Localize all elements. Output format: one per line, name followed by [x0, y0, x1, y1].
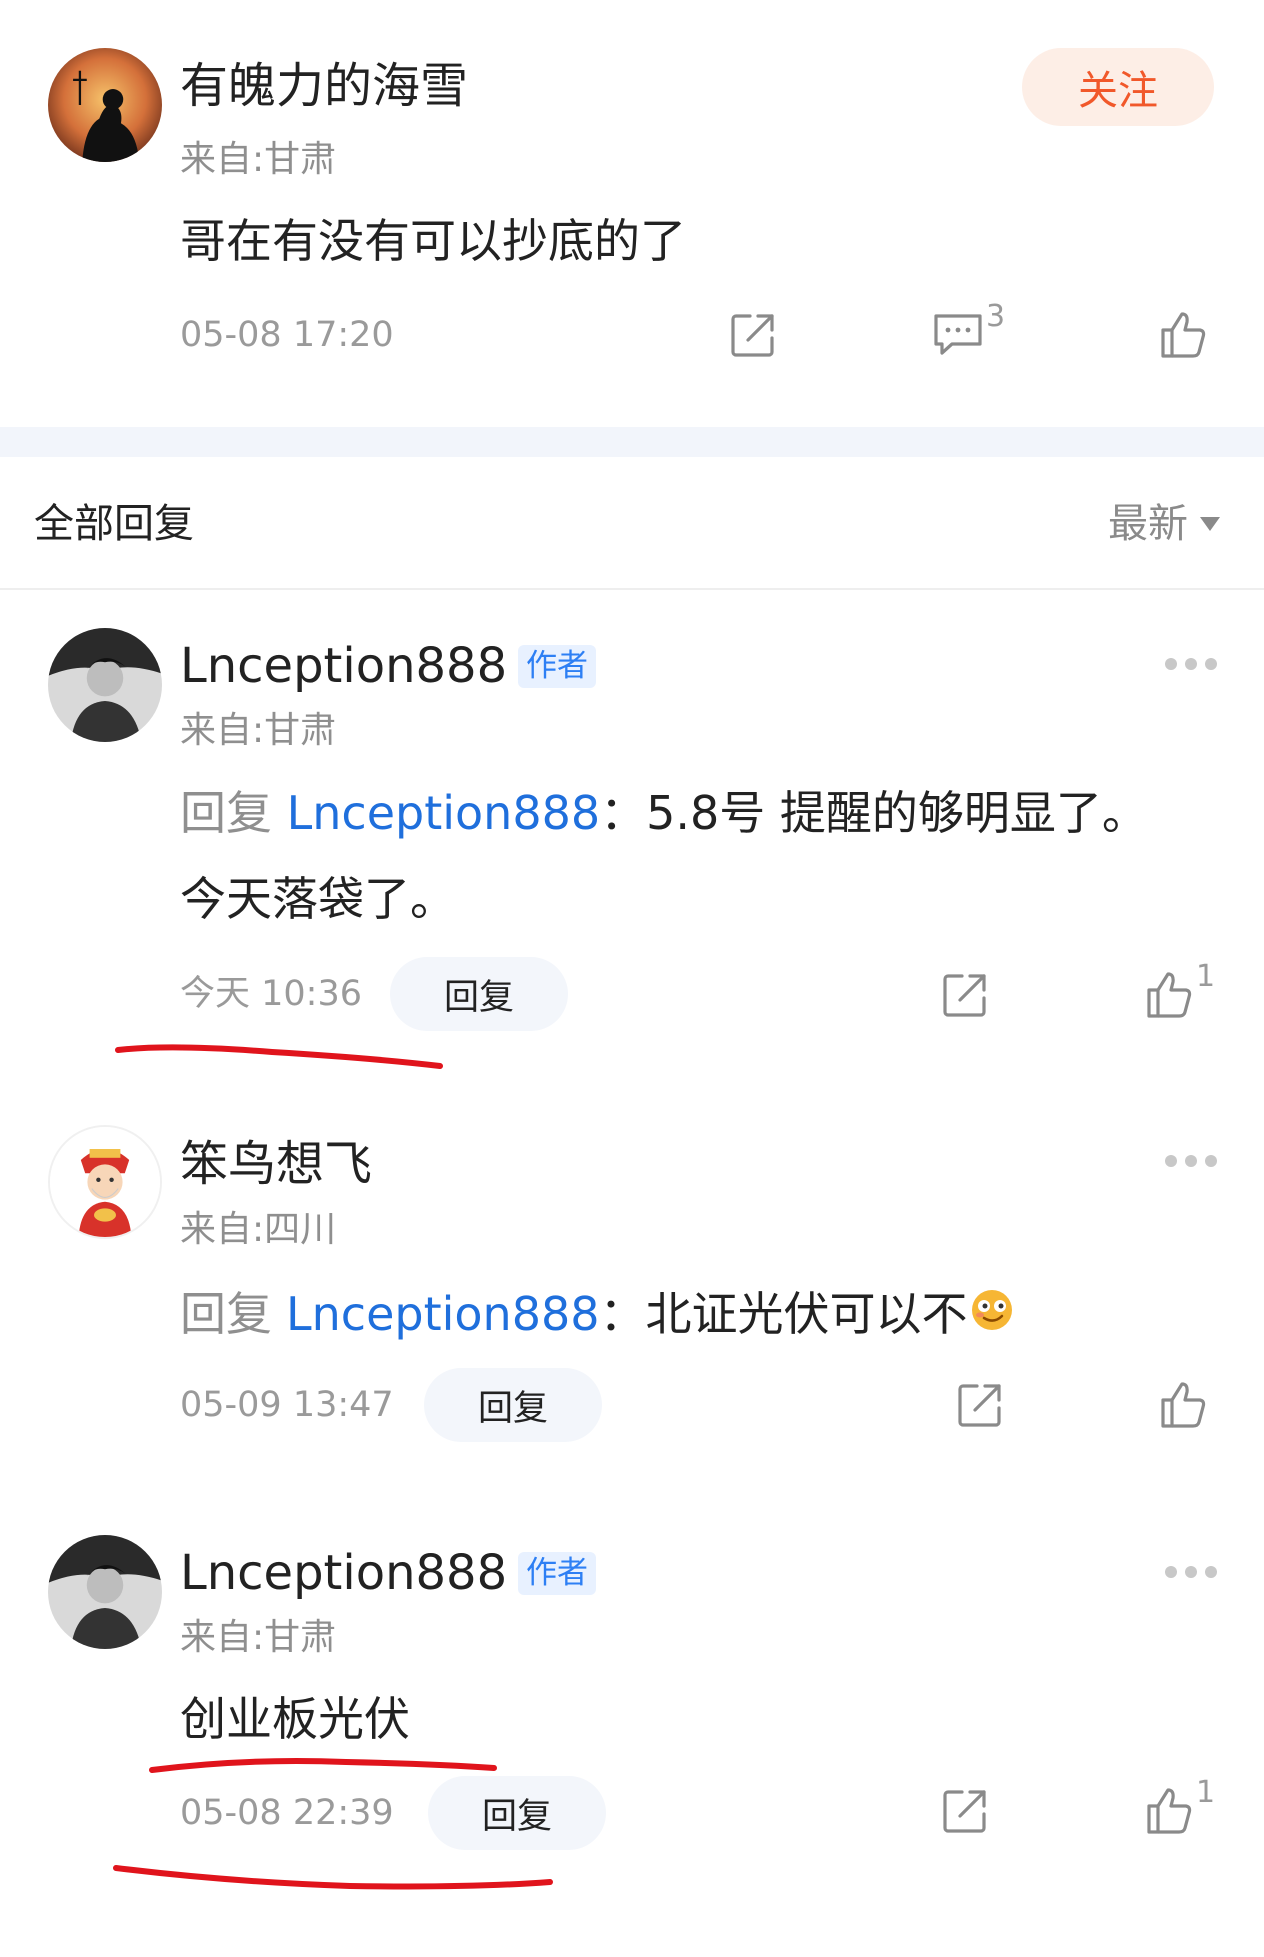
section-separator	[0, 427, 1264, 457]
post-timestamp: 05-08 17:20	[180, 315, 394, 355]
reply-timestamp: 05-09 13:47	[180, 1385, 394, 1425]
reply-author-name[interactable]: Lnception888	[180, 642, 507, 690]
reply-author-name[interactable]: Lnception888	[180, 1549, 507, 1597]
reply-text: ：北证光伏可以不	[599, 1286, 968, 1341]
more-options-icon[interactable]	[1165, 654, 1225, 674]
reply-content: 回复 Lnception888 ：北证光伏可以不	[180, 1288, 1014, 1339]
reply-author-location: 来自:甘肃	[180, 1617, 337, 1658]
reply-author-name[interactable]: 笨鸟想飞	[180, 1140, 372, 1188]
reply-target-link[interactable]: Lnception888	[287, 786, 601, 840]
post-author-location: 来自:甘肃	[180, 139, 337, 180]
like-count: 1	[1196, 959, 1216, 994]
header-divider	[0, 588, 1264, 590]
replies-header-title: 全部回复	[34, 501, 194, 547]
share-icon[interactable]	[728, 310, 778, 360]
post-content: 哥在有没有可以抄底的了	[180, 214, 686, 268]
author-badge: 作者	[518, 1552, 596, 1595]
share-icon[interactable]	[940, 970, 990, 1020]
red-underline-annotation	[113, 1865, 553, 1890]
comment-icon[interactable]	[932, 310, 984, 358]
reply-target-link[interactable]: Lnception888	[286, 1291, 600, 1337]
sort-dropdown[interactable]: 最新	[1108, 504, 1220, 544]
red-underline-annotation	[115, 1044, 443, 1069]
share-icon[interactable]	[955, 1380, 1005, 1430]
more-options-icon[interactable]	[1165, 1151, 1225, 1171]
more-options-icon[interactable]	[1165, 1562, 1225, 1582]
reply-button[interactable]: 回复	[428, 1776, 606, 1850]
reply-timestamp: 今天 10:36	[180, 974, 362, 1014]
reply-content-line2: 今天落袋了。	[180, 872, 456, 926]
reply-button[interactable]: 回复	[390, 957, 568, 1031]
reply-prefix: 回复	[180, 786, 272, 840]
sort-label: 最新	[1108, 501, 1188, 547]
caret-down-icon	[1200, 517, 1220, 531]
author-badge: 作者	[518, 645, 596, 688]
reply-content: 创业板光伏	[180, 1692, 410, 1746]
like-icon[interactable]	[1144, 970, 1194, 1020]
reply-avatar[interactable]	[48, 1125, 162, 1239]
like-icon[interactable]	[1158, 1380, 1208, 1430]
like-icon[interactable]	[1144, 1786, 1194, 1836]
like-count: 1	[1196, 1775, 1216, 1810]
follow-button[interactable]: 关注	[1022, 48, 1214, 126]
smirk-emoji-icon	[970, 1288, 1014, 1339]
reply-content: 回复 Lnception888：5.8号 提醒的够明显了。	[180, 790, 1148, 836]
reply-author-location: 来自:甘肃	[180, 710, 337, 751]
reply-timestamp: 05-08 22:39	[180, 1793, 394, 1833]
post-author-name[interactable]: 有魄力的海雪	[180, 62, 468, 110]
reply-text: ：5.8号 提醒的够明显了。	[600, 786, 1148, 840]
comment-count: 3	[986, 299, 1006, 334]
red-underline-annotation	[149, 1758, 497, 1773]
reply-avatar[interactable]	[48, 1535, 162, 1649]
reply-avatar[interactable]	[48, 628, 162, 742]
share-icon[interactable]	[940, 1786, 990, 1836]
post-author-avatar[interactable]	[48, 48, 162, 162]
like-icon[interactable]	[1158, 310, 1208, 360]
reply-author-location: 来自:四川	[180, 1209, 337, 1250]
reply-prefix: 回复	[180, 1286, 272, 1341]
reply-button[interactable]: 回复	[424, 1368, 602, 1442]
